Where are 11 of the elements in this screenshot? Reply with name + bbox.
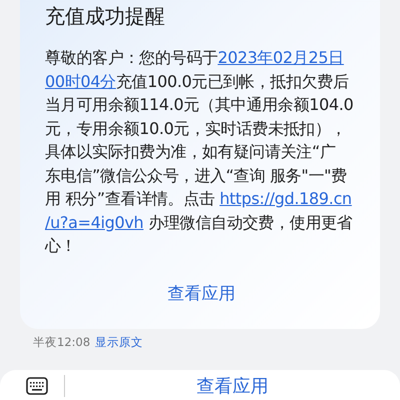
message-text: 尊敬的客户：您的号码于2023年02月25日 00时04分充值100.0元已到帐，抵扣欠费后 当月可用余额114.0元（其中通用余额104.0 元，专用余额10.0元，实时话费未抵扣）， 具体以实际扣费为准，如有疑问请关注“广 东电信”微信公众号，进入“查询 服务"一"费 用 积分”查看详情。点击 https://gd.189.cn /u?a=4ig0vh 办理微信自动交费，使用更省 心！: [45, 47, 354, 257]
message-link[interactable]: 2023年02月25日: [218, 48, 344, 67]
message-link[interactable]: https://gd.189.cn: [220, 189, 352, 208]
show-original-link[interactable]: 显示原文: [95, 334, 144, 350]
message-link[interactable]: /u?a=4ig0vh: [45, 212, 144, 232]
message-link[interactable]: 00时04分: [45, 72, 116, 90]
keyboard-icon[interactable]: [26, 376, 48, 394]
message-title: 充值成功提醒: [45, 4, 166, 28]
message-time: 半夜12:08: [33, 334, 90, 350]
view-app-button[interactable]: 查看应用: [65, 370, 400, 400]
view-app-button[interactable]: 查看应用: [160, 278, 244, 308]
